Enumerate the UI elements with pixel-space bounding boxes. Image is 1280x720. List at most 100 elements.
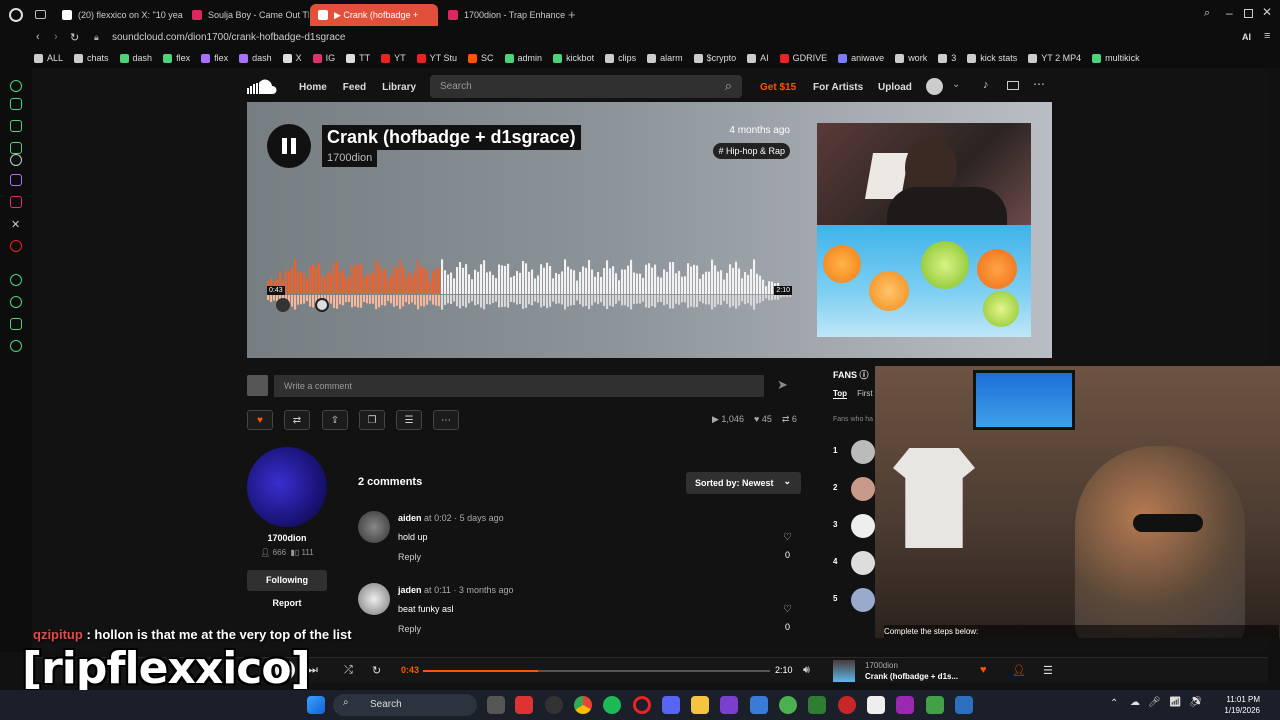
tab-youtube-soulja[interactable]: Soulja Boy - Came Out Th [184,4,309,26]
opera-icon[interactable] [633,696,651,714]
app-icon[interactable] [515,696,533,714]
comment-input[interactable]: Write a comment [274,375,764,397]
search-input[interactable]: Search ⌕ [430,75,742,98]
sort-dropdown[interactable]: Sorted by: Newest ⌄ [686,472,801,494]
comment-avatar-marker[interactable] [276,298,290,312]
spotify-icon[interactable] [603,696,621,714]
pause-button[interactable] [267,124,311,168]
bookmark-item[interactable]: YT [381,53,406,63]
more-icon[interactable]: ⋯ [1033,77,1045,91]
back-icon[interactable]: ‹ [36,31,40,43]
bookmark-item[interactable]: AI [747,53,769,63]
nav-library[interactable]: Library [382,82,416,93]
reposts-count[interactable]: ⇄ 6 [782,414,797,425]
bookmark-item[interactable]: kick stats [967,53,1017,63]
reload-icon[interactable]: ↻ [70,31,79,44]
followers-count[interactable]: 666 [273,548,286,557]
bookmark-item[interactable]: multikick [1092,53,1140,63]
app-icon[interactable] [838,696,856,714]
app-icon[interactable] [955,696,973,714]
pinboard-icon[interactable] [10,120,22,132]
following-button[interactable]: Following [247,570,327,591]
send-icon[interactable]: ➤ [777,377,788,393]
shuffle-icon[interactable]: ⤮ [344,664,353,677]
tray-icons[interactable]: ☁🎤︎📶︎🔊︎ [1130,697,1210,708]
minimize-button[interactable]: – [1226,6,1233,20]
history-icon[interactable] [10,296,22,308]
nav-feed[interactable]: Feed [343,82,366,93]
bookmark-item[interactable]: chats [74,53,109,63]
for-artists-link[interactable]: For Artists [813,82,863,93]
extensions-icon[interactable] [10,318,22,330]
tab-top[interactable]: Top [833,389,848,399]
bookmark-item[interactable]: flex [163,53,190,63]
bell-icon[interactable]: ♪ [983,79,989,91]
tab-overview-icon[interactable] [35,10,46,19]
comment-avatar[interactable] [358,583,390,615]
chatgpt-icon[interactable] [10,154,22,166]
app-icon[interactable] [896,696,914,714]
tab-first[interactable]: First [857,389,873,399]
bookmark-item[interactable]: kickbot [553,53,594,63]
windows-start-icon[interactable] [307,696,325,714]
comment-avatar[interactable] [358,511,390,543]
player-icon[interactable] [10,274,22,286]
settings-icon[interactable] [10,340,22,352]
opera-logo-icon[interactable] [9,8,23,22]
tab-soundcloud-active[interactable]: ▶ Crank (hofbadge + [310,4,438,26]
url-field[interactable]: soundcloud.com/dion1700/crank-hofbadge-d… [112,32,346,43]
ai-sidebar-icon[interactable] [10,80,22,92]
likes-count[interactable]: ♥ 45 [754,414,772,425]
share-button[interactable]: ⇪ [322,410,348,430]
tab-youtube-1700dion[interactable]: 1700dion - Trap Enhanced [440,4,565,26]
bookmark-item[interactable]: aniwave [838,53,884,63]
bookmark-item[interactable]: GDRIVE [779,53,827,63]
player-like-icon[interactable]: ♥ [980,664,987,676]
bookmark-item[interactable]: SC [468,53,494,63]
forward-icon[interactable]: › [54,31,58,43]
waveform[interactable]: 0:43 2:10 [267,250,792,314]
fan-avatar[interactable] [851,440,875,464]
player-artist[interactable]: 1700dion [865,661,898,670]
comment-like-icon[interactable]: ♡ [783,604,792,615]
app-icon[interactable] [720,696,738,714]
repost-button[interactable]: ⇄ [284,410,310,430]
tray-chevron-icon[interactable]: ⌃ [1110,698,1118,709]
bookmark-item[interactable]: dash [239,53,272,63]
search-icon[interactable]: ⌕ [725,78,732,94]
tab-x[interactable]: (20) flexxico on X: "10 yea [54,4,184,26]
queue-icon[interactable]: ☰ [1043,664,1053,677]
discord-icon[interactable] [662,696,680,714]
search-tabs-icon[interactable]: ⌕ [1204,7,1210,20]
user-avatar[interactable] [926,78,943,95]
bookmark-item[interactable]: flex [201,53,228,63]
file-explorer-icon[interactable] [691,696,709,714]
bookmark-item[interactable]: 3 [938,53,956,63]
bookmark-item[interactable]: work [895,53,927,63]
fan-avatar[interactable] [851,514,875,538]
waveform-bars[interactable] [267,250,792,314]
report-button[interactable]: Report [247,598,327,608]
bookmark-item[interactable]: YT 2 MP4 [1028,53,1081,63]
track-artist[interactable]: 1700dion [322,149,378,167]
menu-icon[interactable]: ≡ [1264,30,1270,42]
bookmark-item[interactable]: TT [346,53,370,63]
bookmark-item[interactable]: YT Stu [416,53,457,63]
chevron-down-icon[interactable]: ⌄ [952,79,960,90]
close-window-button[interactable]: ✕ [1262,5,1272,19]
bookmark-item[interactable]: X [282,53,302,63]
bookmark-item[interactable]: alarm [647,53,683,63]
get15-link[interactable]: Get $15 [760,82,796,93]
comment-avatar-marker[interactable] [315,298,329,312]
instagram-icon[interactable] [10,196,22,208]
obs-icon[interactable] [545,696,563,714]
comment-like-icon[interactable]: ♡ [783,532,792,543]
app-icon[interactable] [926,696,944,714]
bookmark-item[interactable]: $crypto [693,53,736,63]
comment-timestamp[interactable]: 0:02 [434,513,452,523]
bookmark-item[interactable]: ALL [34,53,63,63]
like-button[interactable]: ♥ [247,410,273,430]
soundcloud-logo-icon[interactable] [247,79,279,95]
fan-avatar[interactable] [851,551,875,575]
bookmark-item[interactable]: IG [312,53,335,63]
